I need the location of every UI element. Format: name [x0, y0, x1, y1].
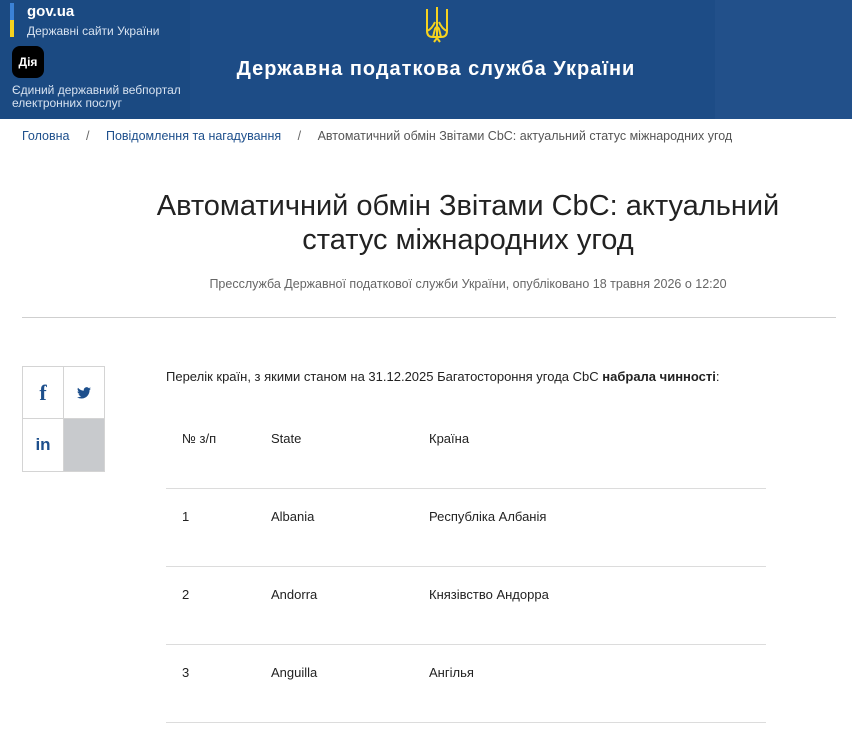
table-header-row: № з/п State Країна [166, 411, 766, 489]
facebook-icon: f [39, 379, 47, 405]
table-row: 3 Anguilla Ангілья [166, 645, 766, 723]
page-title: Автоматичний обмін Звітами CbC: актуальн… [156, 190, 780, 256]
twitter-icon [77, 386, 91, 399]
share-empty-slot [64, 419, 104, 471]
intro-text-end: : [715, 369, 720, 384]
cell-state: Anguilla [271, 665, 318, 680]
diia-portal-text[interactable]: Єдиний державний вебпортал електронних п… [12, 84, 192, 110]
cell-num: 1 [182, 509, 190, 524]
header-country: Країна [429, 431, 470, 446]
share-twitter-button[interactable] [64, 367, 104, 419]
breadcrumb-home-link[interactable]: Головна [22, 129, 70, 143]
ukraine-flag-icon [10, 3, 14, 37]
table-row: 1 Albania Республіка Албанія [166, 489, 766, 567]
cell-country: Республіка Албанія [429, 509, 547, 524]
cell-state: Andorra [271, 587, 318, 602]
share-facebook-button[interactable]: f [23, 367, 64, 419]
linkedin-icon: in [35, 435, 51, 454]
countries-table: № з/п State Країна 1 Albania Республіка … [166, 411, 766, 723]
cell-num: 3 [182, 665, 190, 680]
cell-country: Князівство Андорра [429, 587, 549, 602]
intro-text: Перелік країн, з якими станом на 31.12.2… [166, 369, 720, 384]
cell-state: Albania [271, 509, 315, 524]
breadcrumb-separator: / [297, 129, 302, 143]
breadcrumb: Головна / Повідомлення та нагадування / … [22, 129, 732, 143]
header-num: № з/п [182, 431, 217, 446]
breadcrumb-section-link[interactable]: Повідомлення та нагадування [106, 129, 281, 143]
divider [22, 317, 836, 318]
gov-ua-logo: gov.ua [27, 3, 75, 20]
intro-bold-text: набрала чинності [602, 369, 716, 384]
header-state: State [271, 431, 302, 446]
site-title[interactable]: Державна податкова служба України [190, 58, 682, 81]
diia-logo-icon[interactable]: Дія [12, 46, 44, 78]
breadcrumb-current: Автоматичний обмін Звітами CbC: актуальн… [317, 129, 733, 143]
table-row: 2 Andorra Князівство Андорра [166, 567, 766, 645]
cell-country: Ангілья [429, 665, 474, 680]
share-panel: f in [22, 366, 105, 472]
header-right-panel [715, 0, 852, 119]
share-linkedin-button[interactable]: in [23, 419, 64, 471]
breadcrumb-separator: / [85, 129, 90, 143]
trident-icon[interactable] [424, 5, 450, 43]
gov-ua-subtitle: Державні сайти України [27, 24, 160, 38]
site-header: gov.ua Державні сайти України Дія Єдиний… [0, 0, 852, 119]
intro-text-part: Перелік країн, з якими станом на 31.12.2… [166, 369, 603, 384]
cell-num: 2 [182, 587, 190, 602]
article-meta: Пресслужба Державної податкової служби У… [209, 277, 727, 291]
